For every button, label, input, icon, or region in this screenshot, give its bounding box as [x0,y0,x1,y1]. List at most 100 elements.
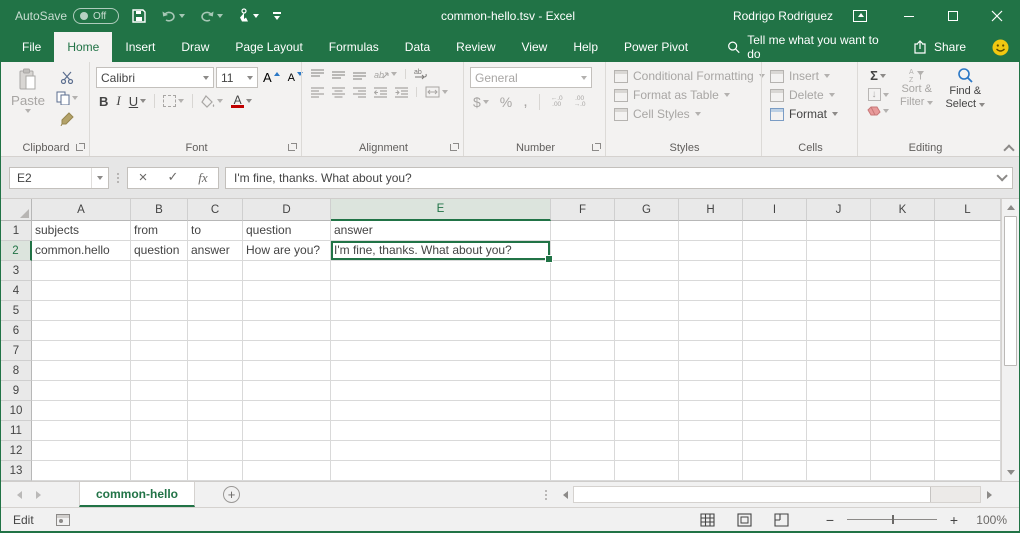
cell-I11[interactable] [743,421,807,441]
cell-H8[interactable] [679,361,743,381]
orientation-dropdown-icon[interactable] [391,72,397,76]
cell-G12[interactable] [615,441,679,461]
cell-F10[interactable] [551,401,615,421]
cell-F12[interactable] [551,441,615,461]
cell-I9[interactable] [743,381,807,401]
paste-dropdown-icon[interactable] [25,109,31,113]
column-header-C[interactable]: C [188,199,243,221]
cell-I7[interactable] [743,341,807,361]
cell-J12[interactable] [807,441,871,461]
row-header-8[interactable]: 8 [1,361,32,381]
cell-F9[interactable] [551,381,615,401]
collapse-ribbon-icon[interactable] [1004,143,1013,152]
cell-J9[interactable] [807,381,871,401]
cell-G9[interactable] [615,381,679,401]
align-center-button[interactable] [329,86,348,99]
column-header-I[interactable]: I [743,199,807,221]
autosum-button[interactable]: Σ [864,67,892,84]
redo-dropdown-icon[interactable] [217,14,223,18]
align-left-button[interactable] [308,86,327,99]
touch-mode-dropdown-icon[interactable] [253,14,259,18]
cell-A11[interactable] [32,421,131,441]
cell-A7[interactable] [32,341,131,361]
close-button[interactable] [975,0,1019,32]
row-header-12[interactable]: 12 [1,441,32,461]
cell-K5[interactable] [871,301,935,321]
tab-view[interactable]: View [509,32,561,62]
customize-qat-button[interactable] [271,10,283,22]
share-button[interactable]: Share [913,40,966,54]
column-header-E[interactable]: E [331,199,551,221]
cell-L6[interactable] [935,321,1001,341]
cell-B1[interactable]: from [131,221,188,241]
cell-L11[interactable] [935,421,1001,441]
cell-F8[interactable] [551,361,615,381]
cell-H3[interactable] [679,261,743,281]
cell-C3[interactable] [188,261,243,281]
formula-bar-divider[interactable] [115,173,121,183]
cell-B9[interactable] [131,381,188,401]
column-header-D[interactable]: D [243,199,331,221]
cell-D9[interactable] [243,381,331,401]
cell-C2[interactable]: answer [188,241,243,261]
zoom-out-button[interactable]: − [823,512,837,528]
cell-B4[interactable] [131,281,188,301]
cell-E10[interactable] [331,401,551,421]
percent-style-button[interactable]: % [497,93,515,111]
cell-D10[interactable] [243,401,331,421]
cell-K6[interactable] [871,321,935,341]
cell-H11[interactable] [679,421,743,441]
autosave-toggle[interactable]: AutoSave Off [15,8,119,24]
underline-button[interactable]: U [126,93,149,110]
conditional-formatting-button[interactable]: Conditional Formatting [612,68,767,84]
cell-J6[interactable] [807,321,871,341]
cell-B5[interactable] [131,301,188,321]
tab-review[interactable]: Review [443,32,508,62]
cell-B11[interactable] [131,421,188,441]
cell-A2[interactable]: common.hello [32,241,131,261]
tab-scrollbar-splitter[interactable] [543,490,549,500]
row-header-5[interactable]: 5 [1,301,32,321]
cell-C10[interactable] [188,401,243,421]
next-sheet-icon[interactable] [36,491,41,499]
tab-draw[interactable]: Draw [168,32,222,62]
wrap-text-button[interactable]: ab [411,67,431,81]
increase-indent-button[interactable] [392,86,411,99]
cell-A12[interactable] [32,441,131,461]
tab-formulas[interactable]: Formulas [316,32,392,62]
ribbon-display-options-button[interactable] [851,8,869,24]
cell-K11[interactable] [871,421,935,441]
scroll-down-button[interactable] [1002,464,1019,481]
zoom-slider[interactable] [847,519,937,520]
cell-G11[interactable] [615,421,679,441]
cell-K9[interactable] [871,381,935,401]
column-header-G[interactable]: G [615,199,679,221]
cell-D5[interactable] [243,301,331,321]
cell-C1[interactable]: to [188,221,243,241]
cell-L1[interactable] [935,221,1001,241]
cell-G10[interactable] [615,401,679,421]
cell-F13[interactable] [551,461,615,481]
cell-I12[interactable] [743,441,807,461]
tab-data[interactable]: Data [392,32,443,62]
cell-G8[interactable] [615,361,679,381]
accounting-dropdown-icon[interactable] [483,100,489,104]
maximize-button[interactable] [931,0,975,32]
cell-A8[interactable] [32,361,131,381]
vertical-scrollbar[interactable] [1001,199,1019,481]
italic-button[interactable]: I [113,92,123,110]
cell-E6[interactable] [331,321,551,341]
minimize-button[interactable] [887,0,931,32]
cell-F2[interactable] [551,241,615,261]
sheet-tab-active[interactable]: common-hello [79,482,195,507]
cell-I5[interactable] [743,301,807,321]
cell-A9[interactable] [32,381,131,401]
cell-F5[interactable] [551,301,615,321]
cell-D12[interactable] [243,441,331,461]
name-box[interactable]: E2 [9,167,109,189]
cell-J10[interactable] [807,401,871,421]
tab-insert[interactable]: Insert [112,32,168,62]
cell-K1[interactable] [871,221,935,241]
cell-E11[interactable] [331,421,551,441]
cell-A5[interactable] [32,301,131,321]
